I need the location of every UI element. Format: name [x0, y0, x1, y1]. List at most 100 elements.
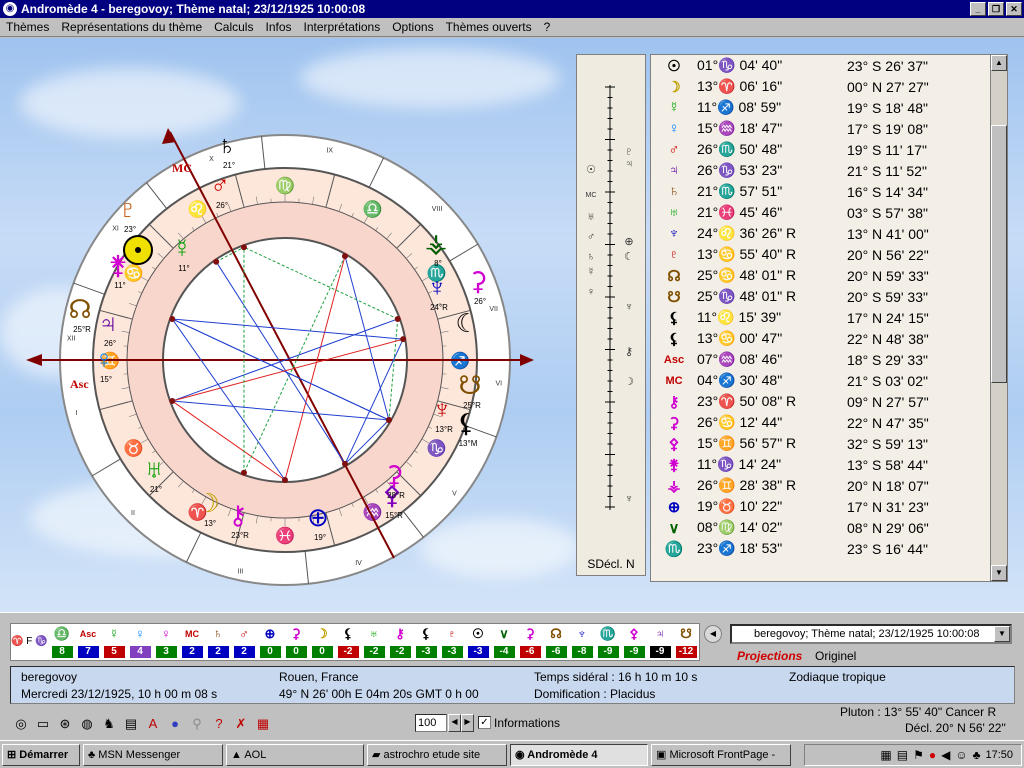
- sphere-icon[interactable]: ●: [166, 715, 184, 733]
- strip-planet-cell[interactable]: ⚳ -6: [517, 624, 543, 660]
- start-button[interactable]: ⊞ Démarrer: [2, 743, 80, 766]
- strip-planet-cell[interactable]: ☋ -12: [673, 624, 699, 660]
- position-row[interactable]: ♆ 24°♌ 36' 26" R 13° N 41' 00": [651, 223, 1007, 244]
- volume-icon[interactable]: ◀: [941, 748, 950, 762]
- taskbar-item-aol[interactable]: ▲ AOL: [226, 743, 364, 766]
- projections-link[interactable]: Projections: [737, 649, 802, 663]
- position-row[interactable]: ♅ 21°♓ 45' 46" 03° S 57' 38": [651, 202, 1007, 223]
- strip-planet-cell[interactable]: ♄ 2: [205, 624, 231, 660]
- position-row[interactable]: ⚷ 23°♈ 50' 08" R 09° N 27' 57": [651, 391, 1007, 412]
- strip-planet-cell[interactable]: ⚸ -3: [413, 624, 439, 660]
- taskbar-item-folder[interactable]: ▰ astrochro etude site: [367, 743, 507, 766]
- strip-planet-cell[interactable]: ♇ -3: [439, 624, 465, 660]
- strip-planet-cell[interactable]: ♃ -9: [647, 624, 673, 660]
- position-row[interactable]: ♇ 13°♋ 55' 40" R 20° N 56' 22": [651, 244, 1007, 265]
- menu-themes[interactable]: Thèmes: [0, 20, 55, 34]
- strip-planet-cell[interactable]: Asc 7: [75, 624, 101, 660]
- menu-help[interactable]: ?: [538, 20, 557, 34]
- scroll-thumb[interactable]: [991, 125, 1007, 383]
- maximize-button[interactable]: ❐: [988, 2, 1004, 16]
- scroll-up-button[interactable]: ▲: [991, 55, 1007, 71]
- no-aspects-icon[interactable]: ✗: [232, 715, 250, 733]
- strip-planet-cell[interactable]: ⊕ 0: [257, 624, 283, 660]
- position-row[interactable]: ⚸ 13°♋ 00' 47" 22° N 48' 38": [651, 328, 1007, 349]
- strip-settings-icon[interactable]: ♈ F ♑ ♅: [11, 624, 49, 681]
- scroll-down-button[interactable]: ▼: [991, 565, 1007, 581]
- zoom-increase-button[interactable]: ▶: [461, 714, 474, 732]
- zoom-decrease-button[interactable]: ◀: [448, 714, 461, 732]
- strip-planet-cell[interactable]: ⚴ -9: [621, 624, 647, 660]
- menu-interpretations[interactable]: Interprétations: [298, 20, 387, 34]
- taskbar-item-frontpage[interactable]: ▣ Microsoft FrontPage -: [651, 743, 791, 766]
- messenger-icon[interactable]: ♣: [973, 748, 981, 762]
- taskbar-item-msn[interactable]: ♣ MSN Messenger: [83, 743, 223, 766]
- strip-planet-cell[interactable]: ♂ 2: [231, 624, 257, 660]
- position-row[interactable]: ⚵ 11°♑ 14' 24" 13° S 58' 44": [651, 454, 1007, 475]
- strip-planet-cell[interactable]: ♎ 8: [49, 624, 75, 660]
- position-row[interactable]: ⚸ 11°♌ 15' 39" 17° N 24' 15": [651, 307, 1007, 328]
- taskbar-item-andromede[interactable]: ◉ Andromède 4: [510, 743, 648, 766]
- informations-checkbox[interactable]: ✓: [478, 716, 491, 729]
- position-row[interactable]: ⚴ 15°♊ 56' 57" R 32° S 59' 13": [651, 433, 1007, 454]
- zoom-input[interactable]: 100: [415, 714, 447, 732]
- grid-icon[interactable]: ▦: [254, 715, 272, 733]
- strip-planet-cell[interactable]: ☉ -3: [465, 624, 491, 660]
- natal-chart-wheel[interactable]: IIIIIIIVVVIVIIVIIIIXXXIXII♈♉♊♋♌♍♎♏♐♑♒♓As…: [22, 92, 542, 586]
- strip-planet-cell[interactable]: ☽ 0: [309, 624, 335, 660]
- compass-icon[interactable]: ◎: [12, 715, 30, 733]
- position-row[interactable]: ☋ 25°♑ 48' 01" R 20° S 59' 33": [651, 286, 1007, 307]
- security-icon[interactable]: ⚑: [913, 748, 924, 762]
- text-icon[interactable]: A: [144, 715, 162, 733]
- user-icon[interactable]: ☺: [955, 748, 967, 762]
- origin-label[interactable]: Originel: [815, 649, 856, 663]
- position-row[interactable]: ☿ 11°♐ 08' 59" 19° S 18' 48": [651, 97, 1007, 118]
- document-icon[interactable]: ▤: [122, 715, 140, 733]
- network-icon[interactable]: ▦: [880, 748, 891, 762]
- menu-options[interactable]: Options: [386, 20, 439, 34]
- position-row[interactable]: ☊ 25°♋ 48' 01" R 20° N 59' 33": [651, 265, 1007, 286]
- menu-representations[interactable]: Représentations du thème: [55, 20, 208, 34]
- positions-scrollbar[interactable]: ▲ ▼: [990, 55, 1007, 581]
- strip-planet-cell[interactable]: ♅ -2: [361, 624, 387, 660]
- strip-planet-cell[interactable]: ⚳ 0: [283, 624, 309, 660]
- position-row[interactable]: ♃ 26°♑ 53' 23" 21° S 11' 52": [651, 160, 1007, 181]
- menu-themes-ouverts[interactable]: Thèmes ouverts: [440, 20, 538, 34]
- position-row[interactable]: MC 04°♐ 30' 48" 21° S 03' 02": [651, 370, 1007, 391]
- chart-icon[interactable]: ⊛: [56, 715, 74, 733]
- menu-infos[interactable]: Infos: [259, 20, 297, 34]
- strip-planet-cell[interactable]: ⚸ -2: [335, 624, 361, 660]
- keyboard-icon[interactable]: ▭: [34, 715, 52, 733]
- position-row[interactable]: ♄ 21°♏ 57' 51" 16° S 14' 34": [651, 181, 1007, 202]
- position-row[interactable]: ⚳ 26°♋ 12' 44" 22° N 47' 35": [651, 412, 1007, 433]
- strip-planet-cell[interactable]: ♀ 3: [153, 624, 179, 660]
- chart-tray-icon[interactable]: ▤: [897, 748, 908, 762]
- position-row[interactable]: ☽ 13°♈ 06' 16" 00° N 27' 27": [651, 76, 1007, 97]
- position-row[interactable]: ⚶ 26°♊ 28' 38" R 20° N 18' 07": [651, 475, 1007, 496]
- strip-planet-cell[interactable]: ☊ -6: [543, 624, 569, 660]
- figure-icon[interactable]: ♞: [100, 715, 118, 733]
- close-button[interactable]: ✕: [1006, 2, 1022, 16]
- link-icon[interactable]: ⚲: [188, 715, 206, 733]
- position-row[interactable]: ⊕ 19°♉ 10' 22" 17° N 31' 23": [651, 496, 1007, 517]
- position-row[interactable]: ♂ 26°♏ 50' 48" 19° S 11' 17": [651, 139, 1007, 160]
- strip-planet-cell[interactable]: ♏ -9: [595, 624, 621, 660]
- chevron-down-icon[interactable]: ▼: [994, 626, 1010, 642]
- strip-planet-cell[interactable]: ⚷ -2: [387, 624, 413, 660]
- zoom-stepper[interactable]: ◀ ▶: [448, 714, 474, 732]
- position-row[interactable]: ∨ 08°♍ 14' 02" 08° N 29' 06": [651, 517, 1007, 538]
- position-row[interactable]: Asc 07°♒ 08' 46" 18° S 29' 33": [651, 349, 1007, 370]
- position-row[interactable]: ♀ 15°♒ 18' 47" 17° S 19' 08": [651, 118, 1007, 139]
- help-icon[interactable]: ?: [210, 715, 228, 733]
- globe-icon[interactable]: ◍: [78, 715, 96, 733]
- strip-planet-cell[interactable]: ♆ -8: [569, 624, 595, 660]
- previous-chart-button[interactable]: ◀: [704, 625, 722, 643]
- strip-planet-cell[interactable]: ☿ 5: [101, 624, 127, 660]
- strip-planet-cell[interactable]: ♀ 4: [127, 624, 153, 660]
- strip-planet-cell[interactable]: MC 2: [179, 624, 205, 660]
- minimize-button[interactable]: _: [970, 2, 986, 16]
- app-icon[interactable]: ◉: [3, 2, 17, 16]
- position-row[interactable]: ♏ 23°♐ 18' 53" 23° S 16' 44": [651, 538, 1007, 559]
- menu-calculs[interactable]: Calculs: [208, 20, 259, 34]
- record-icon[interactable]: ●: [929, 748, 936, 762]
- position-row[interactable]: ☉ 01°♑ 04' 40" 23° S 26' 37": [651, 55, 1007, 76]
